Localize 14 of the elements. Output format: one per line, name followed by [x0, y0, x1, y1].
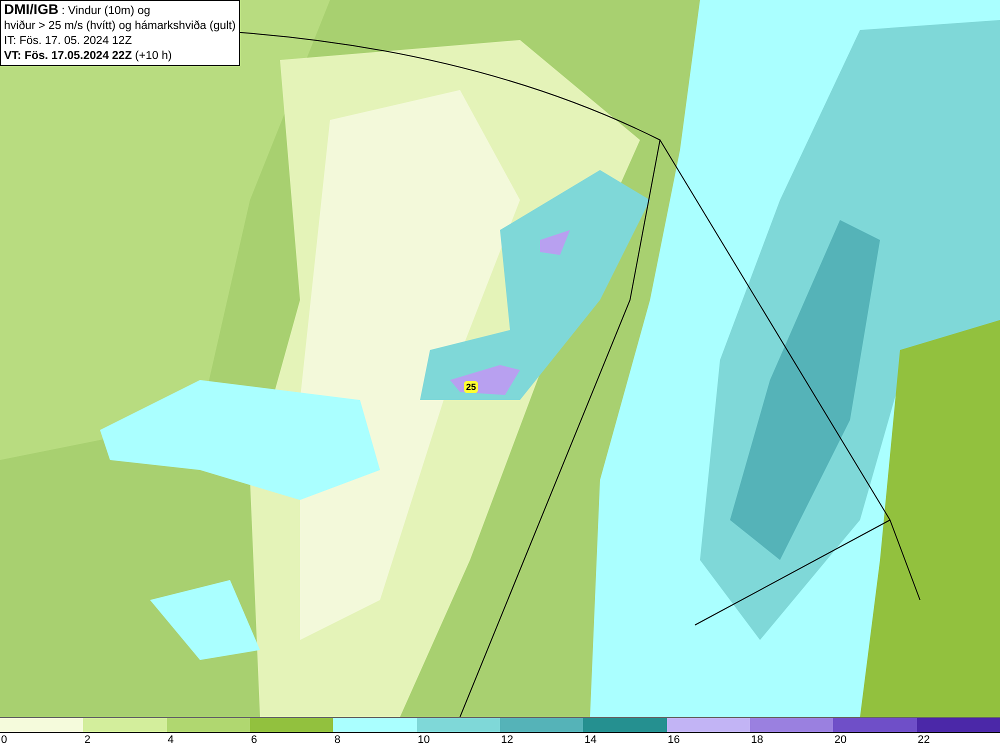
legend-tick-label: 4: [166, 733, 174, 747]
legend-tick-label: 12: [500, 733, 514, 747]
legend-tick-label: 8: [333, 733, 340, 747]
legend-tick-label: 10: [416, 733, 430, 747]
legend-tick-label: 14: [583, 733, 597, 747]
legend-tick-label: 0: [0, 733, 8, 747]
legend-tick-label: 6: [250, 733, 258, 747]
legend-tick-label: 18: [750, 733, 764, 747]
legend-tick-label: 16: [666, 733, 680, 747]
legend-tick-label: 20: [833, 733, 847, 747]
legend-tick-label: 22: [916, 733, 930, 747]
gust-label: 25: [464, 381, 478, 393]
legend-tick-label: 2: [83, 733, 90, 747]
map-title: DMI/IGB : Vindur (10m) og hviður > 25 m/s (hvítt) og hámarkshviða (gult) IT: Fös. 17. 05. 2024 12Z VT: Fös. 17.05.2024 22Z (+10 h): [0, 0, 240, 66]
